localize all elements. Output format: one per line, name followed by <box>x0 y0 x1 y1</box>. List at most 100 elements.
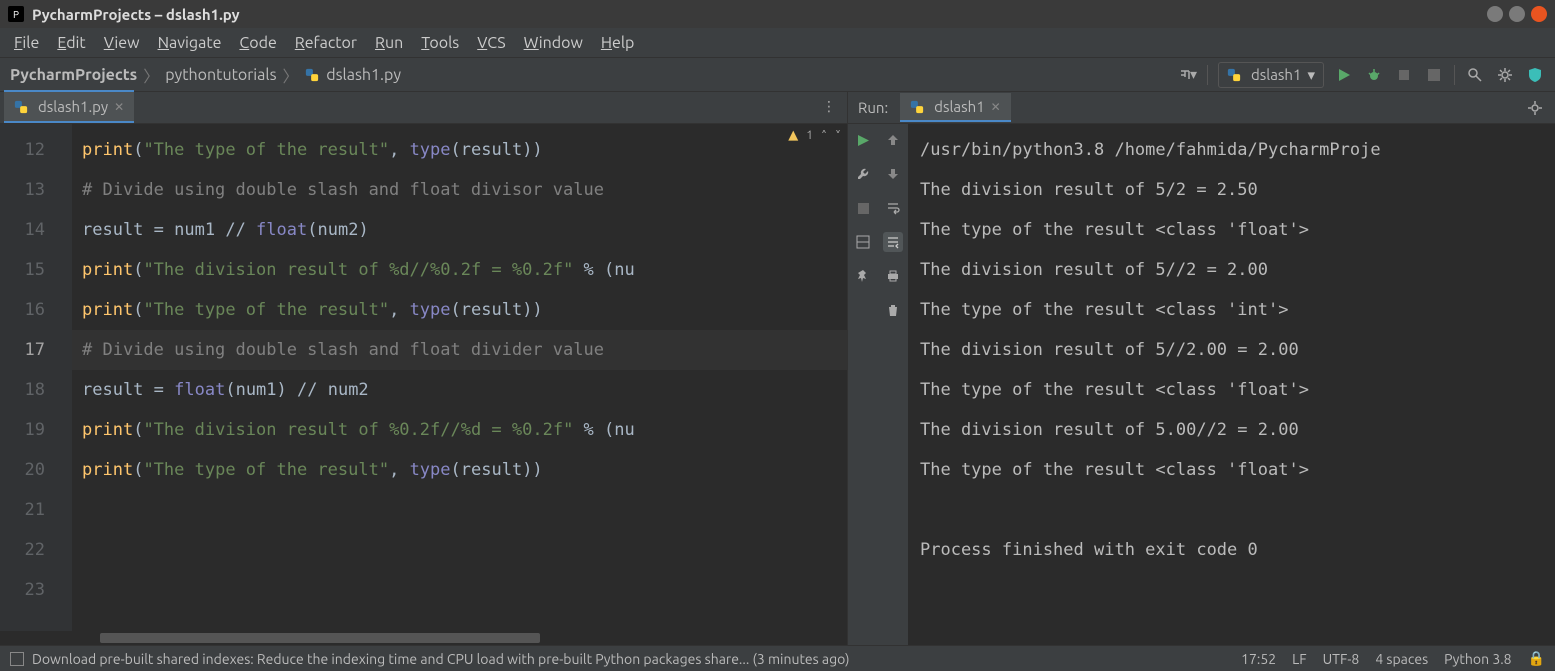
line-gutter: 121314151617181920212223 <box>0 124 72 631</box>
menu-window[interactable]: Window <box>516 30 591 56</box>
editor-indicators: ▲ 1 ˄ ˅ <box>788 128 841 143</box>
horizontal-scrollbar[interactable] <box>0 631 847 645</box>
coverage-button[interactable] <box>1394 65 1414 85</box>
code-line[interactable]: # Divide using double slash and float di… <box>82 330 837 370</box>
code-line[interactable]: print("The type of the result", type(res… <box>82 450 837 490</box>
scroll-to-end-icon[interactable] <box>883 232 903 252</box>
maximize-button[interactable] <box>1509 6 1525 22</box>
stop-button[interactable] <box>1424 65 1444 85</box>
window-controls <box>1487 6 1547 22</box>
app-icon: P <box>8 6 24 22</box>
gear-icon[interactable] <box>1525 98 1545 118</box>
close-tab-icon[interactable]: ✕ <box>114 100 124 114</box>
status-indent[interactable]: 4 spaces <box>1375 651 1428 667</box>
run-toolbar-mid <box>878 124 908 645</box>
run-configuration-dropdown[interactable]: dslash1 ▾ <box>1218 62 1324 88</box>
menu-vcs[interactable]: VCS <box>469 30 513 56</box>
chevron-down-icon: ▾ <box>1307 66 1315 84</box>
chevron-up-icon[interactable]: ˄ <box>821 129 827 143</box>
statusbar: Download pre-built shared indexes: Reduc… <box>0 645 1555 671</box>
code-line[interactable] <box>82 490 837 530</box>
output-line: Process finished with exit code 0 <box>920 530 1543 570</box>
shield-icon[interactable] <box>1525 65 1545 85</box>
menu-navigate[interactable]: Navigate <box>150 30 230 56</box>
status-tool-icon[interactable] <box>10 652 24 666</box>
editor-body[interactable]: ▲ 1 ˄ ˅ 121314151617181920212223 print("… <box>0 124 847 631</box>
run-pane: Run: dslash1 ✕ <box>848 92 1555 645</box>
minimize-button[interactable] <box>1487 6 1503 22</box>
output-line: The division result of 5//2 = 2.00 <box>920 250 1543 290</box>
code-line[interactable]: # Divide using double slash and float di… <box>82 170 837 210</box>
down-arrow-icon[interactable] <box>883 164 903 184</box>
python-file-icon <box>14 100 28 114</box>
line-number: 21 <box>0 490 45 530</box>
line-number: 20 <box>0 450 45 490</box>
up-arrow-icon[interactable] <box>883 130 903 150</box>
menu-edit[interactable]: Edit <box>49 30 93 56</box>
trash-icon[interactable] <box>883 300 903 320</box>
output-line: The division result of 5/2 = 2.50 <box>920 170 1543 210</box>
menu-file[interactable]: File <box>6 30 47 56</box>
status-python[interactable]: Python 3.8 <box>1444 651 1511 667</box>
menu-tools[interactable]: Tools <box>413 30 467 56</box>
code-area[interactable]: print("The type of the result", type(res… <box>72 124 847 631</box>
code-line[interactable] <box>82 570 837 610</box>
menu-help[interactable]: Help <box>593 30 643 56</box>
editor-tab[interactable]: dslash1.py ✕ <box>4 90 134 123</box>
output-line <box>920 490 1543 530</box>
status-encoding[interactable]: UTF-8 <box>1323 651 1360 667</box>
output-line: The division result of 5//2.00 = 2.00 <box>920 330 1543 370</box>
status-line-ending[interactable]: LF <box>1292 651 1307 667</box>
menu-refactor[interactable]: Refactor <box>287 30 365 56</box>
menu-code[interactable]: Code <box>231 30 284 56</box>
window-title: PycharmProjects – dslash1.py <box>32 6 240 23</box>
menu-view[interactable]: View <box>96 30 148 56</box>
line-number: 16 <box>0 290 45 330</box>
navbar: PycharmProjects 〉 pythontutorials 〉 dsla… <box>0 58 1555 92</box>
breadcrumb-file[interactable]: dslash1.py <box>305 66 402 84</box>
code-line[interactable]: print("The division result of %d//%0.2f … <box>82 250 837 290</box>
stop-button[interactable] <box>853 198 873 218</box>
code-line[interactable]: print("The type of the result", type(res… <box>82 290 837 330</box>
run-tab[interactable]: dslash1 ✕ <box>900 93 1011 122</box>
line-number: 14 <box>0 210 45 250</box>
code-line[interactable] <box>82 530 837 570</box>
debug-button[interactable] <box>1364 65 1384 85</box>
editor-tab-more-icon[interactable]: ⋮ <box>822 98 837 115</box>
rerun-button[interactable] <box>853 130 873 150</box>
python-file-icon <box>305 68 319 82</box>
code-line[interactable]: result = num1 // float(num2) <box>82 210 837 250</box>
soft-wrap-icon[interactable] <box>883 198 903 218</box>
python-icon <box>910 100 924 114</box>
run-header: Run: dslash1 ✕ <box>848 92 1555 124</box>
run-output[interactable]: /usr/bin/python3.8 /home/fahmida/Pycharm… <box>908 124 1555 645</box>
run-button[interactable] <box>1334 65 1354 85</box>
breadcrumb-file-label: dslash1.py <box>326 66 401 84</box>
close-button[interactable] <box>1531 6 1547 22</box>
lock-icon[interactable]: 🔒 <box>1528 650 1545 667</box>
wrench-icon[interactable] <box>853 164 873 184</box>
warning-icon[interactable]: ▲ <box>788 128 798 143</box>
chevron-down-icon[interactable]: ˅ <box>835 129 841 143</box>
line-number: 17 <box>0 330 45 370</box>
gear-icon[interactable] <box>1495 65 1515 85</box>
menu-run[interactable]: Run <box>367 30 411 56</box>
breadcrumb-folder[interactable]: pythontutorials <box>165 66 276 84</box>
menubar: FileEditViewNavigateCodeRefactorRunTools… <box>0 28 1555 58</box>
code-line[interactable]: print("The division result of %0.2f//%d … <box>82 410 837 450</box>
scrollbar-thumb[interactable] <box>100 633 540 643</box>
layout-icon[interactable] <box>853 232 873 252</box>
search-icon[interactable] <box>1465 65 1485 85</box>
code-line[interactable]: result = float(num1) // num2 <box>82 370 837 410</box>
output-line: The type of the result <class 'float'> <box>920 370 1543 410</box>
close-tab-icon[interactable]: ✕ <box>991 100 1001 114</box>
breadcrumb-root[interactable]: PycharmProjects <box>10 66 137 84</box>
titlebar: P PycharmProjects – dslash1.py <box>0 0 1555 28</box>
add-config-icon[interactable]: ▾ <box>1177 65 1197 85</box>
code-line[interactable]: print("The type of the result", type(res… <box>82 130 837 170</box>
pin-icon[interactable] <box>853 266 873 286</box>
print-icon[interactable] <box>883 266 903 286</box>
breadcrumb-sep: 〉 <box>143 63 159 87</box>
output-line: The type of the result <class 'int'> <box>920 290 1543 330</box>
line-number: 15 <box>0 250 45 290</box>
